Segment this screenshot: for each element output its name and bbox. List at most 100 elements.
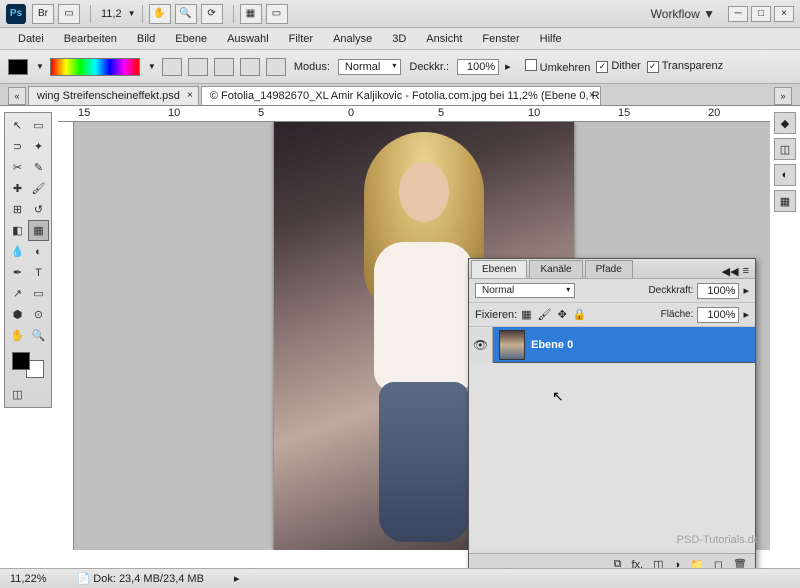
brush-tool-icon[interactable]: 🖌 — [28, 178, 49, 199]
tab-close-icon[interactable]: × — [589, 90, 595, 101]
lock-position-icon[interactable]: ✥ — [558, 308, 567, 321]
bridge-button[interactable]: Br — [32, 4, 54, 24]
lock-all-icon[interactable]: 🔒 — [573, 308, 587, 321]
gradient-tool-icon[interactable]: ▦ — [28, 220, 49, 241]
dodge-tool-icon[interactable]: ◐ — [28, 241, 49, 262]
lasso-tool-icon[interactable]: ⊃ — [7, 136, 28, 157]
foreground-swatch[interactable] — [8, 59, 28, 75]
zoom-value[interactable]: 11,2 — [97, 8, 126, 20]
misc-panel-icon[interactable]: ▦ — [774, 190, 796, 212]
swatches-panel-icon[interactable]: ◆ — [774, 112, 796, 134]
hand-tool-icon[interactable]: ✋ — [149, 4, 171, 24]
tab-prev-icon[interactable]: « — [8, 87, 26, 105]
history-button[interactable]: ▭ — [58, 4, 80, 24]
rotate-view-icon[interactable]: ⟳ — [201, 4, 223, 24]
document-tab[interactable]: wing Streifenscheineffekt.psd× — [28, 86, 199, 105]
layer-mask-icon[interactable]: ◫ — [653, 558, 663, 568]
reflected-gradient-icon[interactable] — [240, 58, 260, 76]
visibility-toggle-icon[interactable]: 👁 — [469, 327, 493, 363]
layers-panel: Ebenen Kanäle Pfade ◀◀≡ Normal Deckkraft… — [468, 258, 756, 568]
document-tabs: « wing Streifenscheineffekt.psd× © Fotol… — [0, 84, 800, 106]
layer-fx-icon[interactable]: fx. — [632, 559, 644, 569]
menu-3d[interactable]: 3D — [382, 30, 416, 48]
move-tool-icon[interactable]: ↖ — [7, 115, 28, 136]
panel-collapse-icon[interactable]: ◀◀ — [722, 265, 739, 278]
styles-panel-icon[interactable]: ◫ — [774, 138, 796, 160]
menu-bild[interactable]: Bild — [127, 30, 165, 48]
angle-gradient-icon[interactable] — [214, 58, 234, 76]
lock-transparent-icon[interactable]: ▦ — [521, 308, 531, 321]
menu-fenster[interactable]: Fenster — [472, 30, 529, 48]
stamp-tool-icon[interactable]: ⊞ — [7, 199, 28, 220]
3d-tool-icon[interactable]: ⬢ — [7, 304, 28, 325]
tab-close-icon[interactable]: × — [187, 90, 193, 101]
workspace-switcher[interactable]: Workflow ▼ — [651, 7, 715, 21]
arrange-icon[interactable]: ▦ — [240, 4, 262, 24]
menu-filter[interactable]: Filter — [279, 30, 323, 48]
eyedropper-tool-icon[interactable]: ✎ — [28, 157, 49, 178]
document-tab[interactable]: © Fotolia_14982670_XL Amir Kaljikovic - … — [201, 86, 601, 105]
panel-menu-icon[interactable]: ≡ — [743, 265, 749, 278]
color-swatches[interactable] — [10, 350, 46, 380]
menu-bearbeiten[interactable]: Bearbeiten — [54, 30, 127, 48]
group-icon[interactable]: 📁 — [690, 558, 704, 568]
menu-ansicht[interactable]: Ansicht — [416, 30, 472, 48]
crop-tool-icon[interactable]: ✂ — [7, 157, 28, 178]
menu-analyse[interactable]: Analyse — [323, 30, 382, 48]
status-doc: Dok: 23,4 MB/23,4 MB — [93, 573, 204, 585]
menu-ebene[interactable]: Ebene — [165, 30, 217, 48]
tab-kanaele[interactable]: Kanäle — [529, 260, 582, 278]
layer-name[interactable]: Ebene 0 — [531, 339, 573, 351]
status-zoom[interactable]: 11,22% — [10, 573, 47, 585]
layer-opacity-input[interactable]: 100% — [697, 283, 739, 299]
menu-datei[interactable]: Datei — [8, 30, 54, 48]
marquee-tool-icon[interactable]: ▭ — [28, 115, 49, 136]
gradient-picker[interactable] — [50, 58, 140, 76]
blur-tool-icon[interactable]: 💧 — [7, 241, 28, 262]
fill-input[interactable]: 100% — [697, 307, 739, 323]
tab-next-icon[interactable]: » — [774, 87, 792, 105]
history-brush-icon[interactable]: ↺ — [28, 199, 49, 220]
menu-hilfe[interactable]: Hilfe — [530, 30, 572, 48]
reverse-checkbox[interactable] — [525, 59, 537, 71]
menu-auswahl[interactable]: Auswahl — [217, 30, 279, 48]
3d-camera-icon[interactable]: ⊙ — [28, 304, 49, 325]
screen-mode-icon[interactable]: ▭ — [266, 4, 288, 24]
layer-blend-select[interactable]: Normal — [475, 283, 575, 298]
blend-mode-select[interactable]: Normal — [338, 59, 401, 75]
eraser-tool-icon[interactable]: ◧ — [7, 220, 28, 241]
vertical-ruler — [58, 122, 74, 550]
fill-label: Fläche: — [661, 309, 694, 320]
lock-pixels-icon[interactable]: 🖌 — [538, 308, 552, 321]
quickmask-icon[interactable]: ◫ — [7, 384, 28, 405]
dither-checkbox[interactable]: ✓ — [596, 61, 608, 73]
heal-tool-icon[interactable]: ✚ — [7, 178, 28, 199]
horizontal-ruler: 1510505101520 — [58, 106, 770, 122]
layer-item[interactable]: 👁 Ebene 0 — [469, 327, 755, 363]
minimize-button[interactable]: ─ — [728, 6, 748, 22]
wand-tool-icon[interactable]: ✦ — [28, 136, 49, 157]
transparency-checkbox[interactable]: ✓ — [647, 61, 659, 73]
radial-gradient-icon[interactable] — [188, 58, 208, 76]
opacity-input[interactable]: 100% — [457, 59, 499, 75]
zoom-tool-icon[interactable]: 🔍 — [28, 325, 49, 346]
link-layers-icon[interactable]: ⧉ — [614, 558, 622, 568]
close-button[interactable]: × — [774, 6, 794, 22]
shape-tool-icon[interactable]: ▭ — [28, 283, 49, 304]
adjustments-panel-icon[interactable]: ◐ — [774, 164, 796, 186]
new-layer-icon[interactable]: ◻ — [714, 558, 723, 568]
zoom-tool-icon[interactable]: 🔍 — [175, 4, 197, 24]
linear-gradient-icon[interactable] — [162, 58, 182, 76]
opacity-label: Deckkr.: — [407, 61, 451, 73]
tab-pfade[interactable]: Pfade — [585, 260, 633, 278]
diamond-gradient-icon[interactable] — [266, 58, 286, 76]
adjustment-layer-icon[interactable]: ◑ — [674, 559, 681, 569]
tab-ebenen[interactable]: Ebenen — [471, 260, 527, 278]
maximize-button[interactable]: □ — [751, 6, 771, 22]
path-tool-icon[interactable]: ↗ — [7, 283, 28, 304]
pen-tool-icon[interactable]: ✒ — [7, 262, 28, 283]
layer-thumbnail[interactable] — [499, 330, 525, 360]
type-tool-icon[interactable]: T — [28, 262, 49, 283]
delete-layer-icon[interactable]: 🗑 — [733, 558, 747, 568]
hand-tool-icon[interactable]: ✋ — [7, 325, 28, 346]
